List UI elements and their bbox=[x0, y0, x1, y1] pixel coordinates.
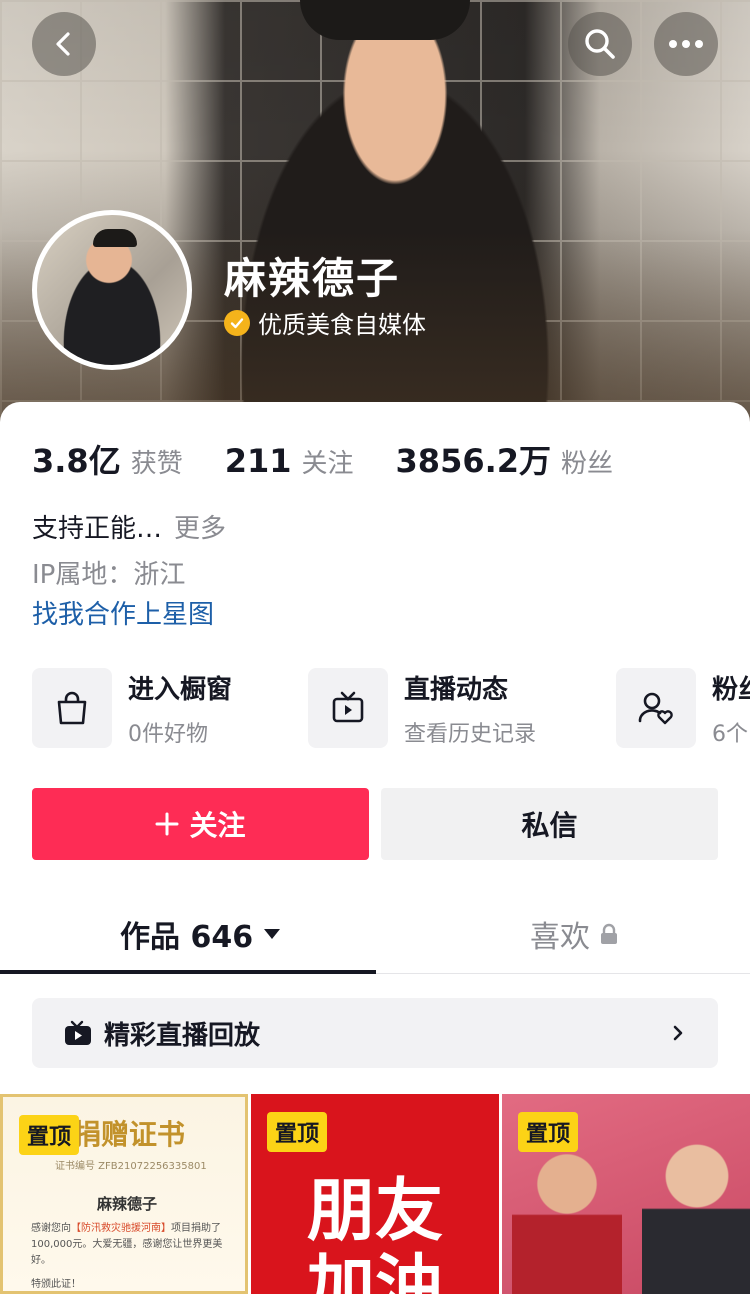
fan-group-title: 粉丝 bbox=[712, 674, 750, 705]
showcase-subtitle: 0件好物 bbox=[128, 721, 208, 747]
certificate-body-pre: 感谢您向 bbox=[31, 1223, 71, 1234]
certificate-title: 捐赠证书 bbox=[73, 1118, 186, 1151]
chevron-left-icon bbox=[56, 32, 70, 56]
search-icon bbox=[585, 29, 615, 59]
verified-check-icon bbox=[224, 309, 250, 336]
live-history-subtitle: 查看历史记录 bbox=[404, 721, 537, 747]
profile-card: 3.8亿 获赞 211 关注 3856.2万 粉丝 支持正能… 更多 IP属地：浙… bbox=[0, 402, 750, 1294]
verification-row: 优质美食自媒体 bbox=[224, 305, 426, 340]
avatar-hair bbox=[93, 229, 137, 247]
live-tv-icon bbox=[65, 1020, 91, 1045]
thumbnail-caption: 朋友 加油 bbox=[251, 1174, 499, 1294]
fan-group-entry[interactable]: 粉丝 6个 bbox=[616, 668, 750, 748]
plus-icon bbox=[155, 812, 179, 836]
video-thumbnail[interactable]: 置顶 bbox=[502, 1094, 750, 1294]
stat-following-count: 211 bbox=[224, 442, 292, 480]
video-grid: 置顶 捐赠证书 证书编号 ZFB21072256335801 麻辣德子 感谢您向… bbox=[0, 1094, 750, 1294]
shopping-bag-icon bbox=[32, 668, 112, 748]
live-history-entry[interactable]: 直播动态 查看历史记录 bbox=[308, 668, 536, 748]
avatar[interactable] bbox=[32, 210, 192, 370]
tv-icon bbox=[308, 668, 388, 748]
thumbnail-person bbox=[512, 1154, 622, 1294]
thumbnail-caption-line2: 加油 bbox=[306, 1248, 443, 1294]
bio-text: 支持正能… bbox=[32, 514, 163, 544]
live-replay-label: 精彩直播回放 bbox=[104, 1020, 261, 1051]
certificate-body: 感谢您向【防汛救灾驰援河南】项目捐助了100,000元。大爱无疆，感谢您让世界更… bbox=[31, 1221, 231, 1269]
stat-followers-count: 3856.2万 bbox=[395, 442, 552, 480]
tab-works[interactable]: 作品 646 bbox=[120, 912, 281, 956]
live-replay-banner[interactable]: 精彩直播回放 bbox=[32, 998, 718, 1068]
caret-down-icon bbox=[264, 929, 281, 939]
search-button[interactable] bbox=[568, 12, 632, 76]
stat-following-label: 关注 bbox=[301, 449, 354, 479]
xingtu-cooperation-link[interactable]: 找我合作上星图 bbox=[32, 594, 214, 631]
tab-likes-label: 喜欢 bbox=[530, 920, 590, 955]
message-label: 私信 bbox=[521, 809, 578, 842]
stat-followers[interactable]: 3856.2万 粉丝 bbox=[396, 436, 614, 482]
stat-likes-count: 3.8亿 bbox=[32, 442, 121, 480]
video-thumbnail[interactable]: 置顶 朋友 加油 bbox=[251, 1094, 499, 1294]
pinned-badge: 置顶 bbox=[518, 1112, 579, 1152]
nickname: 麻辣德子 bbox=[224, 254, 401, 303]
tab-active-indicator bbox=[0, 970, 376, 974]
certificate-body-highlight: 【防汛救灾驰援河南】 bbox=[71, 1223, 171, 1234]
stat-likes-label: 获赞 bbox=[130, 449, 183, 479]
tab-likes[interactable]: 喜欢 bbox=[530, 912, 618, 956]
follow-label: 关注 bbox=[189, 809, 246, 842]
cover-photo-hair bbox=[300, 0, 470, 40]
stats-row: 3.8亿 获赞 211 关注 3856.2万 粉丝 bbox=[32, 436, 655, 482]
thumbnail-person bbox=[642, 1144, 750, 1294]
live-history-title: 直播动态 bbox=[404, 674, 509, 705]
verification-label: 优质美食自媒体 bbox=[258, 311, 426, 339]
stat-following[interactable]: 211 关注 bbox=[225, 442, 354, 480]
tab-works-label: 作品 646 bbox=[120, 920, 254, 955]
fan-group-subtitle: 6个 bbox=[712, 721, 748, 747]
certificate-end: 特颁此证！ bbox=[31, 1279, 81, 1290]
lock-icon bbox=[601, 923, 617, 944]
thumbnail-caption-line1: 朋友 bbox=[306, 1172, 443, 1251]
pinned-badge: 置顶 bbox=[19, 1115, 80, 1155]
showcase-entry[interactable]: 进入橱窗 0件好物 bbox=[32, 668, 232, 748]
bio-more-link[interactable]: 更多 bbox=[174, 514, 226, 544]
stat-likes: 3.8亿 获赞 bbox=[32, 436, 183, 482]
bio: 支持正能… 更多 bbox=[32, 508, 226, 545]
stat-followers-label: 粉丝 bbox=[561, 449, 614, 479]
more-button[interactable] bbox=[654, 12, 718, 76]
more-dots-icon bbox=[669, 40, 703, 48]
fan-group-icon bbox=[616, 668, 696, 748]
message-button[interactable]: 私信 bbox=[381, 788, 718, 860]
certificate-name: 麻辣德子 bbox=[96, 1195, 157, 1213]
ip-location: IP属地：浙江 bbox=[32, 560, 186, 590]
certificate-number: 证书编号 ZFB21072256335801 bbox=[55, 1161, 207, 1172]
showcase-title: 进入橱窗 bbox=[128, 674, 233, 705]
chevron-right-icon bbox=[673, 1025, 683, 1041]
follow-button[interactable]: 关注 bbox=[32, 788, 369, 860]
back-button[interactable] bbox=[32, 12, 96, 76]
video-thumbnail[interactable]: 置顶 捐赠证书 证书编号 ZFB21072256335801 麻辣德子 感谢您向… bbox=[0, 1094, 248, 1294]
pinned-badge: 置顶 bbox=[267, 1112, 328, 1152]
